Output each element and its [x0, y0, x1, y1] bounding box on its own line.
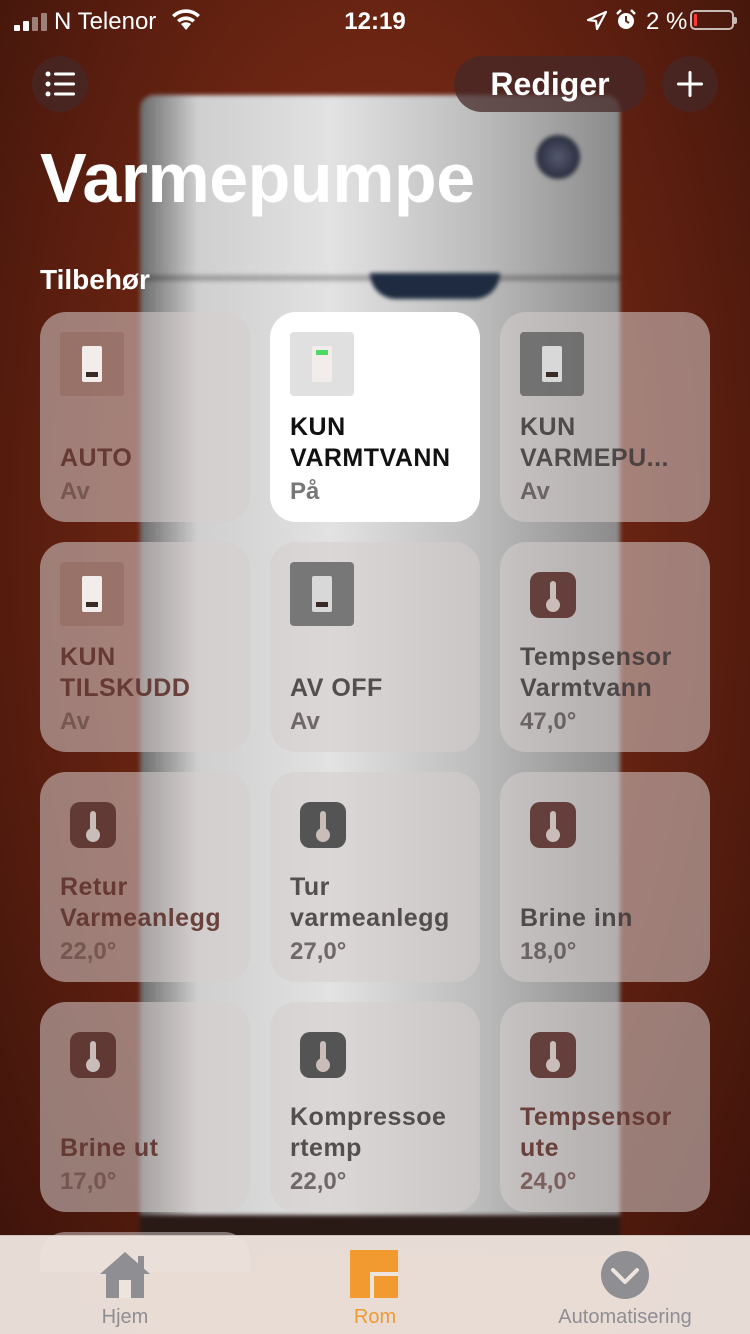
section-label: Tilbehør — [40, 264, 150, 295]
appliance-logo — [536, 135, 580, 179]
tile-state: 27,0° — [290, 938, 347, 965]
switch-icon — [60, 332, 124, 396]
tile-name: Tempsensor ute — [520, 1103, 672, 1162]
tile-name: AV OFF — [290, 674, 383, 702]
status-bar: N Telenor 12:19 2 % — [0, 0, 750, 40]
tile-state: 18,0° — [520, 938, 577, 965]
accessory-tile-kun-tilskudd[interactable]: KUN TILSKUDD Av — [40, 542, 250, 752]
tab-rooms-label: Rom — [353, 1306, 397, 1328]
tab-rooms[interactable]: Rom — [250, 1236, 500, 1334]
tile-name: KUN VARMTVANN — [290, 413, 451, 472]
house-icon — [100, 1252, 150, 1298]
battery-icon — [690, 10, 737, 30]
tile-state: 24,0° — [520, 1168, 577, 1195]
appliance-slot — [370, 273, 500, 299]
thermometer-icon — [530, 802, 576, 848]
switch-icon — [60, 562, 124, 626]
tab-automation-label: Automatisering — [558, 1306, 692, 1328]
edit-button[interactable]: Rediger — [454, 56, 646, 112]
accessory-tile-tempsensor-ute[interactable]: Tempsensor ute 24,0° — [500, 1002, 710, 1212]
automation-check-icon — [601, 1251, 649, 1299]
tab-home[interactable]: Hjem — [0, 1236, 250, 1334]
room-list-button[interactable] — [32, 56, 88, 112]
tile-name: KUN TILSKUDD — [60, 643, 191, 702]
thermometer-icon — [300, 1032, 346, 1078]
tile-state: 47,0° — [520, 708, 577, 735]
accessory-tile-kun-varmtvann[interactable]: KUN VARMTVANN På — [270, 312, 480, 522]
accessory-tile-kompressortemp[interactable]: Kompressoe rtemp 22,0° — [270, 1002, 480, 1212]
accessory-tile-av-off[interactable]: AV OFF Av — [270, 542, 480, 752]
accessory-tile-auto[interactable]: AUTO Av — [40, 312, 250, 522]
tile-name: AUTO — [60, 444, 133, 472]
tile-state: 22,0° — [60, 938, 117, 965]
page-title: Varmepumpe — [40, 139, 475, 217]
thermometer-icon — [70, 1032, 116, 1078]
tile-name: Tur varmeanlegg — [290, 873, 450, 932]
switch-icon — [520, 332, 584, 396]
accessory-grid: AUTO Av KUN VARMTVANN På KUN VARMEPU... … — [40, 312, 710, 1212]
tile-state: På — [290, 478, 320, 505]
thermometer-icon — [530, 1032, 576, 1078]
alarm-clock-icon — [616, 9, 636, 29]
tile-name: Brine inn — [520, 904, 633, 932]
tile-name: Kompressoe rtemp — [290, 1103, 447, 1162]
tile-state: Av — [60, 708, 90, 735]
location-arrow-icon — [586, 10, 608, 31]
accessory-tile-retur-varmeanlegg[interactable]: Retur Varmeanlegg 22,0° — [40, 772, 250, 982]
accessory-tile-brine-ut[interactable]: Brine ut 17,0° — [40, 1002, 250, 1212]
tab-automation[interactable]: Automatisering — [500, 1236, 750, 1334]
room-icon — [350, 1250, 398, 1298]
tile-state: 17,0° — [60, 1168, 117, 1195]
tile-name: Tempsensor Varmtvann — [520, 643, 672, 702]
switch-icon — [290, 562, 354, 626]
tile-name: Retur Varmeanlegg — [60, 873, 222, 932]
tile-state: 22,0° — [290, 1168, 347, 1195]
list-icon — [45, 71, 75, 97]
battery-percentage: 2 % — [646, 8, 688, 35]
tile-name: KUN VARMEPU... — [520, 413, 669, 472]
tile-state: Av — [520, 478, 550, 505]
accessory-tile-tur-varmeanlegg[interactable]: Tur varmeanlegg 27,0° — [270, 772, 480, 982]
thermometer-icon — [70, 802, 116, 848]
accessory-tile-brine-inn[interactable]: Brine inn 18,0° — [500, 772, 710, 982]
tile-state: Av — [290, 708, 320, 735]
thermometer-icon — [530, 572, 576, 618]
thermometer-icon — [300, 802, 346, 848]
tab-bar: Hjem Rom Automatisering — [0, 1235, 750, 1334]
add-button[interactable] — [662, 56, 718, 112]
accessory-tile-tempsensor-varmtvann[interactable]: Tempsensor Varmtvann 47,0° — [500, 542, 710, 752]
tile-state: Av — [60, 478, 90, 505]
tile-name: Brine ut — [60, 1134, 159, 1162]
switch-icon — [290, 332, 354, 396]
battery-level — [694, 14, 697, 26]
accessory-tile-kun-varmepumpe[interactable]: KUN VARMEPU... Av — [500, 312, 710, 522]
plus-icon — [677, 71, 703, 97]
tab-home-label: Hjem — [101, 1306, 149, 1328]
